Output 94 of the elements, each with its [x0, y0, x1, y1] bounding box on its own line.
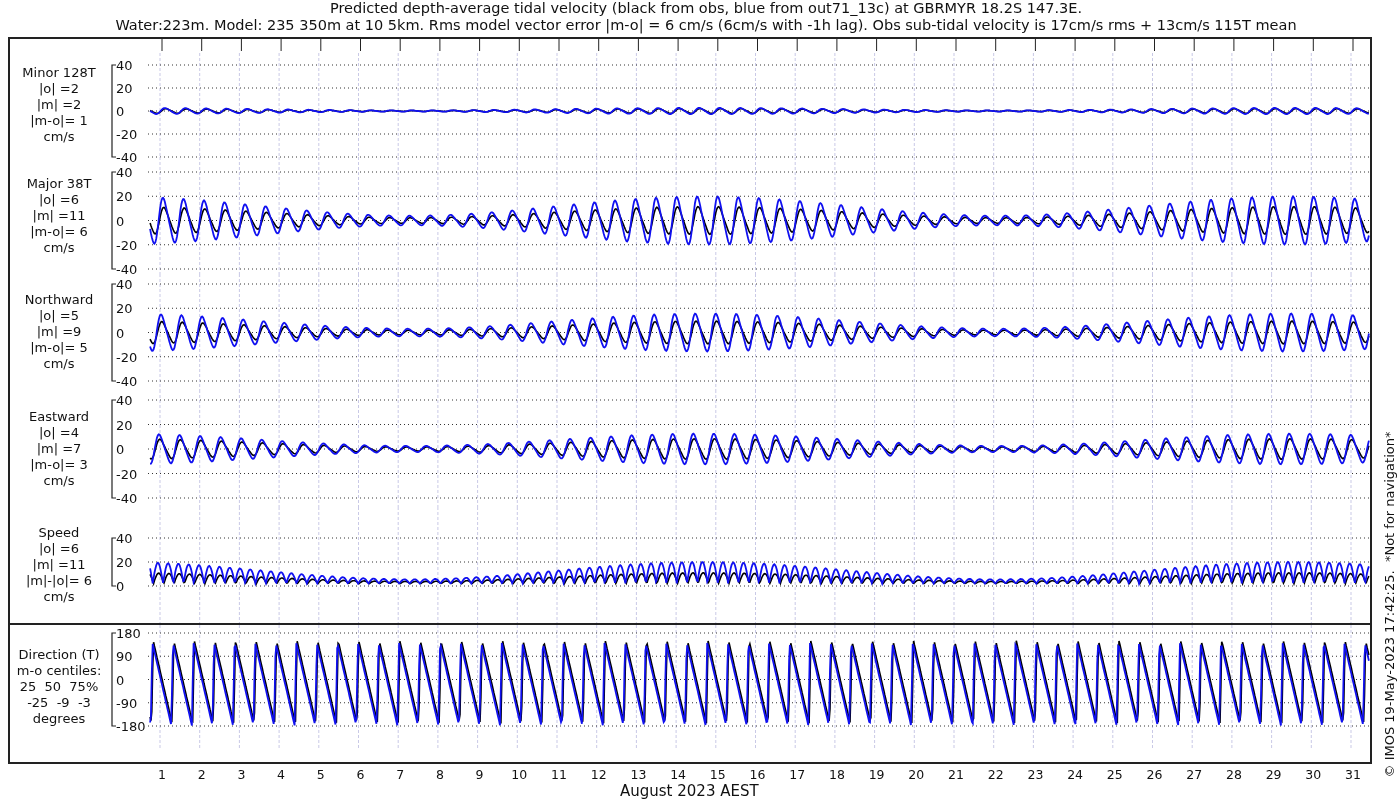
y-tick-label: -40: [116, 374, 138, 390]
x-tick-label: 10: [511, 767, 528, 783]
x-tick-label: 14: [670, 767, 687, 783]
x-tick-label: 9: [475, 767, 484, 783]
panel-label: Speed: [38, 525, 80, 542]
x-tick-label: 13: [630, 767, 647, 783]
y-tick-label: 0: [116, 672, 125, 688]
panel-label: m-o centiles:: [16, 662, 102, 679]
y-tick-label: 20: [116, 301, 133, 317]
x-tick-label: 25: [1106, 767, 1123, 783]
panel-label: Major 38T: [26, 175, 92, 192]
panel-label: cm/s: [43, 239, 75, 256]
x-tick-label: 17: [789, 767, 806, 783]
panel-label: Minor 128T: [22, 65, 96, 82]
y-tick-label: 20: [116, 81, 133, 97]
x-tick-label: 19: [868, 767, 885, 783]
panel-label: |m-o|= 5: [30, 340, 88, 357]
y-tick-label: 40: [116, 531, 133, 547]
y-tick-label: -20: [116, 466, 138, 482]
panel-label: cm/s: [43, 472, 75, 489]
y-tick-label: -40: [116, 491, 138, 507]
y-tick-label: -40: [116, 262, 138, 278]
x-tick-label: 28: [1225, 767, 1242, 783]
x-tick-label: 5: [316, 767, 325, 783]
x-tick-label: 26: [1146, 767, 1163, 783]
panel-label: |m| =9: [36, 324, 82, 341]
x-tick-label: 27: [1186, 767, 1203, 783]
panel-label: cm/s: [43, 129, 75, 146]
y-tick-label: 20: [116, 555, 133, 571]
panel-label: |o| =2: [39, 81, 79, 98]
panel-label: Northward: [24, 292, 94, 309]
x-tick-label: 23: [1027, 767, 1044, 783]
y-tick-label: 40: [116, 393, 133, 409]
y-tick-label: 0: [116, 213, 125, 229]
y-tick-label: -20: [116, 350, 138, 366]
panel-label: |m-o|= 6: [30, 223, 88, 240]
y-tick-label: 40: [116, 277, 133, 293]
x-tick-label: 3: [237, 767, 246, 783]
y-tick-label: 0: [116, 325, 125, 341]
y-tick-label: 90: [116, 649, 133, 665]
credit-text: © IMOS 19-May-2023 17:42:25. *Not for navigation*: [1381, 430, 1397, 780]
x-tick-label: 8: [435, 767, 444, 783]
y-tick-label: 0: [116, 442, 125, 458]
x-tick-label: 21: [948, 767, 964, 783]
y-tick-label: 40: [116, 58, 133, 74]
y-tick-label: 40: [116, 165, 133, 181]
x-tick-label: 18: [828, 767, 845, 783]
y-tick-label: -20: [116, 238, 138, 254]
panel-label: |m| =2: [36, 97, 82, 114]
x-tick-label: 1: [158, 767, 166, 783]
panel-label: |o| =5: [39, 308, 79, 325]
y-tick-label: 20: [116, 189, 133, 205]
panel-label: |m-o|= 3: [30, 456, 88, 473]
panel-label: |m|-|o|= 6: [25, 573, 93, 590]
panel-label: |m-o|= 1: [30, 113, 88, 130]
y-tick-label: 20: [116, 417, 133, 433]
y-tick-label: -40: [116, 150, 138, 166]
x-tick-label: 12: [590, 767, 607, 783]
x-tick-label: 29: [1265, 767, 1282, 783]
y-tick-label: -20: [116, 127, 138, 143]
x-tick-label: 15: [709, 767, 726, 783]
x-tick-label: 2: [197, 767, 206, 783]
y-tick-label: 0: [116, 579, 125, 595]
x-tick-label: 30: [1305, 767, 1322, 783]
chart-title: Predicted depth-average tidal velocity (black from obs, blue from out71_13c) at GBRMYR 18.2S 147.3E.: [329, 0, 1083, 17]
y-axis: [111, 537, 117, 587]
x-tick-label: 24: [1067, 767, 1084, 783]
panel-label: |o| =6: [39, 541, 79, 558]
x-tick-label: 7: [396, 767, 405, 783]
panel-label: cm/s: [43, 589, 75, 606]
x-tick-label: 16: [749, 767, 766, 783]
panel-label: degrees: [32, 710, 86, 727]
x-tick-label: 4: [277, 767, 286, 783]
y-tick-label: 180: [116, 626, 141, 642]
panel-label: |m| =11: [32, 207, 86, 224]
x-tick-label: 22: [987, 767, 1004, 783]
panel-label: |o| =4: [39, 424, 79, 441]
chart-title: Water:223m. Model: 235 350m at 10 5km. Rms model vector error |m-o| = 6 cm/s (6cm/s with -1h lag). Obs sub-tidal velocity is 17cm/s rms + 13cm/s 115T mean: [115, 17, 1297, 34]
panel-label: -25 -9 -3: [27, 694, 91, 711]
panel-label: |o| =6: [39, 191, 79, 208]
y-tick-label: 0: [116, 104, 125, 120]
panel-label: cm/s: [43, 356, 75, 373]
x-tick-label: 6: [356, 767, 365, 783]
y-tick-label: -90: [116, 696, 138, 712]
x-tick-label: 20: [908, 767, 925, 783]
panel-label: Direction (T): [18, 646, 100, 663]
panel-label: 25 50 75%: [19, 678, 99, 695]
y-tick-label: -180: [116, 719, 146, 735]
panel-label: |m| =7: [36, 440, 82, 457]
x-tick-label: 31: [1345, 767, 1361, 783]
panel-label: |m| =11: [32, 557, 86, 574]
x-axis-label: August 2023 AEST: [620, 782, 760, 800]
x-tick-label: 11: [551, 767, 567, 783]
panel-label: Eastward: [29, 408, 89, 425]
